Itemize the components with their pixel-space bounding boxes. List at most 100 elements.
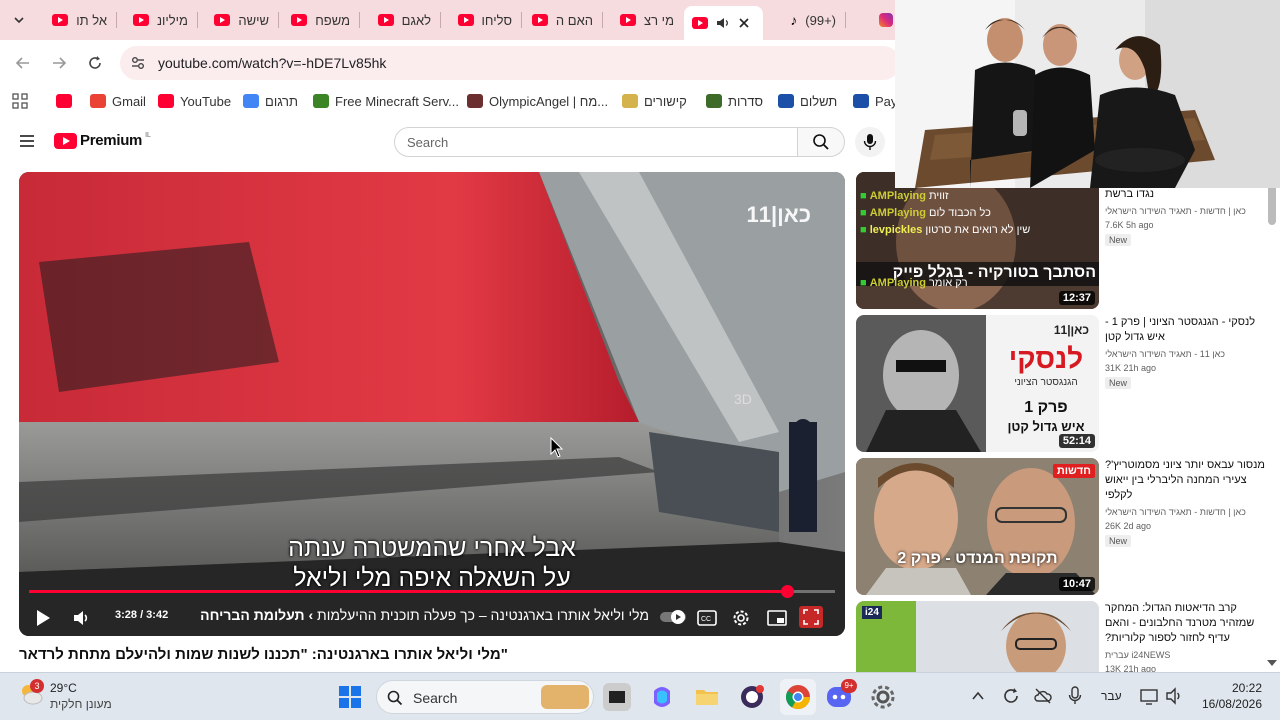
browser-tab[interactable]: שישה xyxy=(198,6,277,34)
channel-name[interactable]: כאן | חדשות - תאגיד השידור הישראלי xyxy=(1105,507,1265,517)
paypal-icon xyxy=(778,94,794,108)
clock-date[interactable]: 16/08/2026 xyxy=(1196,697,1262,711)
gmail-icon xyxy=(90,94,106,108)
guide-menu-button[interactable] xyxy=(19,134,35,153)
file-explorer-button[interactable] xyxy=(693,683,721,711)
video-duration: 10:47 xyxy=(1058,577,1095,591)
play-button[interactable] xyxy=(35,609,51,632)
chrome-button[interactable] xyxy=(780,679,816,715)
video-info[interactable]: לנסקי - הגנגסטר הציוני | פרק 1 - איש גדו… xyxy=(1105,315,1265,391)
chat-username: AMPlaying xyxy=(869,207,926,219)
weather-widget[interactable]: 3 xyxy=(18,679,44,712)
recommendation-card[interactable]: ■ AMPlaying זווית ■ AMPlaying כל הכבוד ל… xyxy=(856,172,1276,310)
channel-name[interactable]: i24NEWS עברית xyxy=(1105,650,1265,660)
captions-icon: CC xyxy=(697,610,717,626)
channel-name[interactable]: כאן 11 - תאגיד השידור הישראלי xyxy=(1105,349,1265,359)
youtube-icon xyxy=(214,14,231,26)
autoplay-toggle[interactable] xyxy=(659,609,687,630)
captions-button[interactable]: CC xyxy=(697,610,717,631)
search-button[interactable] xyxy=(797,127,845,157)
apps-button[interactable] xyxy=(12,91,28,111)
tab-search-button[interactable] xyxy=(6,8,32,32)
bookmark-item[interactable]: Free Minecraft Serv... xyxy=(313,91,459,111)
fullscreen-icon xyxy=(803,609,819,625)
tab-title: אל תו xyxy=(76,12,107,28)
settings-button[interactable] xyxy=(732,609,750,632)
fullscreen-button[interactable] xyxy=(799,606,823,628)
video-thumbnail[interactable]: כאן|11 לנסקי הגנגסטר הציוני פרק 1 איש גד… xyxy=(856,315,1099,452)
video-info[interactable]: מנסור עבאס יותר ציוני מסמוטריץ'? צעירי ה… xyxy=(1105,458,1265,549)
search-input[interactable]: Search xyxy=(394,127,798,157)
scroll-down-arrow-icon[interactable] xyxy=(1266,658,1278,668)
microphone-icon[interactable] xyxy=(1068,686,1082,706)
browser-tab[interactable]: (+99) ♪ xyxy=(765,6,844,34)
video-thumbnail[interactable]: i24 xyxy=(856,601,1099,672)
address-bar[interactable]: youtube.com/watch?v=-hDE7Lv85hk xyxy=(120,46,900,80)
bookmark-item[interactable]: YouTube xyxy=(158,91,231,111)
mute-button[interactable] xyxy=(72,609,90,632)
bookmark-item[interactable]: OlympicAngel | מח... xyxy=(467,91,608,111)
channel-name[interactable]: כאן | חדשות - תאגיד השידור הישראלי xyxy=(1105,206,1265,216)
reload-button[interactable] xyxy=(82,50,108,76)
browser-tab[interactable]: אל תו xyxy=(36,6,115,34)
monitor-icon[interactable] xyxy=(1140,687,1158,705)
chat-username: AMPlaying xyxy=(869,277,926,289)
bookmark-item[interactable]: תרגום xyxy=(243,91,298,111)
video-thumbnail[interactable]: חדשות תקופת המנדט - פרק 2 10:47 xyxy=(856,458,1099,595)
discord-button[interactable]: 9+ xyxy=(825,679,857,711)
progress-bar[interactable] xyxy=(29,585,835,598)
youtube-icon xyxy=(52,14,69,26)
video-player[interactable]: 3D כאן|11 אבל אחרי שהמשטרה ענתה על השאלה… xyxy=(19,172,845,636)
browser-tab[interactable] xyxy=(684,6,763,40)
sync-icon[interactable] xyxy=(1002,687,1020,705)
youtube-premium-logo[interactable]: Premium IL xyxy=(54,132,151,149)
new-badge: New xyxy=(1105,535,1132,547)
taskbar-search[interactable]: Search xyxy=(376,680,594,714)
tab-audio-icon[interactable] xyxy=(716,16,730,30)
start-button[interactable] xyxy=(338,685,362,714)
miniplayer-button[interactable] xyxy=(767,610,787,631)
progress-scrubber[interactable] xyxy=(780,585,794,598)
youtube-icon xyxy=(457,14,474,26)
clock-time[interactable]: 20:22 xyxy=(1200,681,1262,695)
video-card-title[interactable]: לנסקי - הגנגסטר הציוני | פרק 1 - איש גדו… xyxy=(1105,315,1265,345)
video-duration: 12:37 xyxy=(1058,291,1095,305)
browser-tab[interactable]: האם ה xyxy=(522,6,601,34)
forward-button[interactable] xyxy=(46,50,72,76)
back-button[interactable] xyxy=(10,50,36,76)
browser-tab[interactable]: מיליונ xyxy=(117,6,196,34)
premium-logo-text: Premium xyxy=(80,132,143,149)
speaker-icon[interactable] xyxy=(1165,687,1183,705)
recommendation-card[interactable]: i24 קרב הדיאטות הגדול: המחקר שמזהיר מטרנ… xyxy=(856,601,1276,672)
voice-search-button[interactable] xyxy=(855,127,885,157)
browser-tab[interactable]: לאגם xyxy=(360,6,439,34)
copilot-button[interactable] xyxy=(648,683,676,711)
chat-message: שין לא רואים את סרטון xyxy=(925,224,1031,236)
bookmark-item[interactable]: תשלום xyxy=(778,91,837,111)
video-card-title[interactable]: קרב הדיאטות הגדול: המחקר שמזהיר מטרנד הח… xyxy=(1105,601,1265,646)
bookmark-item[interactable]: Payl xyxy=(853,91,900,111)
video-info[interactable]: קרב הדיאטות הגדול: המחקר שמזהיר מטרנד הח… xyxy=(1105,601,1265,672)
settings-app-button[interactable] xyxy=(869,683,897,711)
chevron-up-icon[interactable] xyxy=(972,691,984,701)
bookmark-item[interactable]: Gmail xyxy=(90,91,146,111)
input-language[interactable]: עבר xyxy=(1101,689,1122,703)
bookmark-item[interactable]: קישורים xyxy=(622,91,687,111)
task-view-button[interactable] xyxy=(603,683,631,711)
video-thumbnail[interactable]: ■ AMPlaying זווית ■ AMPlaying כל הכבוד ל… xyxy=(856,172,1099,309)
recommendation-card[interactable]: חדשות תקופת המנדט - פרק 2 10:47 מנסור עב… xyxy=(856,458,1276,596)
close-tab-icon[interactable] xyxy=(738,17,750,29)
browser-tab[interactable]: משפח xyxy=(279,6,358,34)
cloud-off-icon[interactable] xyxy=(1034,687,1052,705)
recommendation-card[interactable]: כאן|11 לנסקי הגנגסטר הציוני פרק 1 איש גד… xyxy=(856,315,1276,453)
browser-tab[interactable]: מי רצ xyxy=(603,6,682,34)
video-card-title[interactable]: מנסור עבאס יותר ציוני מסמוטריץ'? צעירי ה… xyxy=(1105,458,1265,503)
sidebar-scrollbar-thumb[interactable] xyxy=(1268,185,1276,225)
site-settings-icon[interactable] xyxy=(130,55,146,71)
bookmark-item[interactable] xyxy=(56,91,72,111)
github-desktop-button[interactable] xyxy=(738,683,766,711)
chapter-title[interactable]: מלי וליאל אותרו בארגנטינה – כך פעלה תוכנ… xyxy=(179,607,649,623)
browser-tab[interactable]: סליחו xyxy=(441,6,520,34)
discord-notification-badge: 9+ xyxy=(841,679,857,693)
bookmark-item[interactable]: סדרות xyxy=(706,91,763,111)
